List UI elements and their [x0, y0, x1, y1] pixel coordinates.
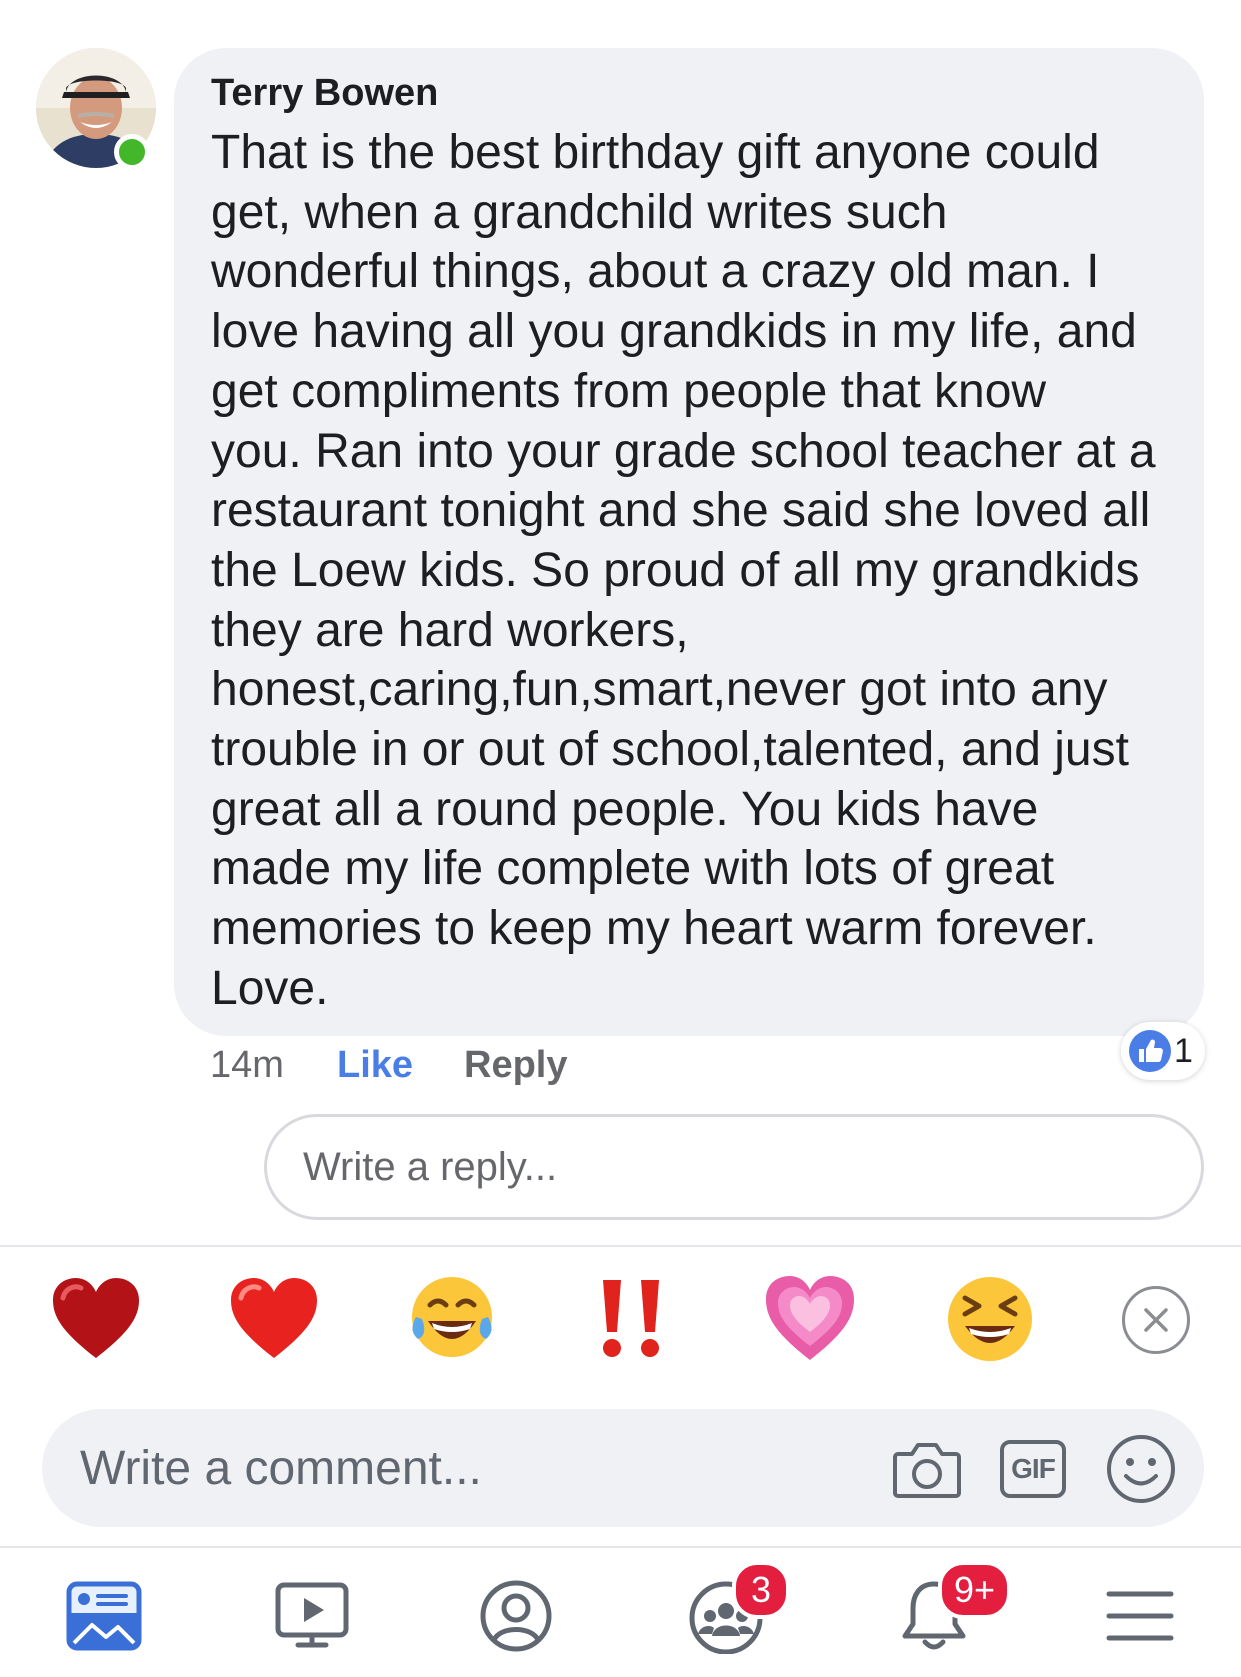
- divider: [0, 1546, 1241, 1548]
- close-icon: [1144, 1308, 1168, 1332]
- comment-line: you. Ran into your grade school teacher …: [211, 424, 1156, 478]
- dark-red-heart-emoji[interactable]: [48, 1271, 144, 1367]
- nav-watch[interactable]: [262, 1566, 362, 1666]
- gif-button[interactable]: GIF: [996, 1432, 1070, 1506]
- like-button[interactable]: Like: [337, 1044, 413, 1087]
- emoji-button[interactable]: [1102, 1430, 1180, 1508]
- comment-line: great all a round people. You kids have: [211, 782, 1039, 836]
- comment-line: made my life complete with lots of great: [211, 842, 1055, 896]
- comment-line: memories to keep my heart warm forever.: [211, 902, 1097, 956]
- comment-author[interactable]: Terry Bowen: [211, 72, 438, 115]
- news-feed-icon: [66, 1581, 142, 1651]
- comment-line: trouble in or out of school,talented, an…: [211, 723, 1129, 777]
- nav-menu[interactable]: [1090, 1566, 1190, 1666]
- camera-button[interactable]: [890, 1432, 964, 1506]
- reply-input[interactable]: [264, 1114, 1204, 1220]
- like-reaction-icon: [1125, 1026, 1175, 1081]
- comment-line: love having all you grandkids in my life…: [211, 305, 1137, 359]
- red-heart-emoji[interactable]: [226, 1271, 322, 1367]
- reaction-count: 1: [1174, 1032, 1193, 1070]
- comment-line: That is the best birthday gift anyone co…: [211, 126, 1100, 179]
- double-exclamation-emoji[interactable]: [584, 1271, 680, 1367]
- growing-heart-emoji[interactable]: [762, 1271, 858, 1367]
- comment-timestamp[interactable]: 14m: [210, 1044, 284, 1087]
- comment-line: wonderful things, about a crazy old man.…: [211, 245, 1100, 299]
- camera-icon: [893, 1443, 961, 1498]
- comment-input[interactable]: [80, 1420, 860, 1516]
- online-status-indicator: [114, 134, 150, 170]
- divider: [0, 1245, 1241, 1247]
- notifications-badge: 9+: [938, 1561, 1012, 1619]
- smiley-icon: [1107, 1435, 1175, 1503]
- comment-line: get, when a grandchild writes such: [211, 185, 948, 239]
- reply-button[interactable]: Reply: [464, 1044, 567, 1087]
- nav-profile[interactable]: [466, 1566, 566, 1666]
- gif-label: GIF: [1011, 1453, 1056, 1484]
- comment-line: get compliments from people that know: [211, 364, 1047, 418]
- comment-line: restaurant tonight and she said she love…: [211, 484, 1151, 538]
- comment-line: Love.: [211, 961, 329, 1015]
- close-emoji-bar-button[interactable]: [1122, 1286, 1190, 1354]
- comment-line: the Loew kids. So proud of all my grandk…: [211, 543, 1140, 597]
- groups-badge: 3: [732, 1561, 790, 1619]
- video-icon: [275, 1582, 349, 1648]
- tears-of-joy-emoji[interactable]: [404, 1271, 500, 1367]
- menu-icon: [1106, 1591, 1174, 1641]
- gif-icon: GIF: [1000, 1440, 1066, 1498]
- comment-line: they are hard workers,: [211, 603, 689, 657]
- comment-body: That is the best birthday gift anyone co…: [211, 123, 1196, 1019]
- comment-line: honest,caring,fun,smart,never got into a…: [211, 663, 1108, 717]
- nav-news-feed[interactable]: [54, 1566, 154, 1666]
- squinting-laugh-emoji[interactable]: [942, 1271, 1038, 1367]
- profile-icon: [480, 1580, 552, 1652]
